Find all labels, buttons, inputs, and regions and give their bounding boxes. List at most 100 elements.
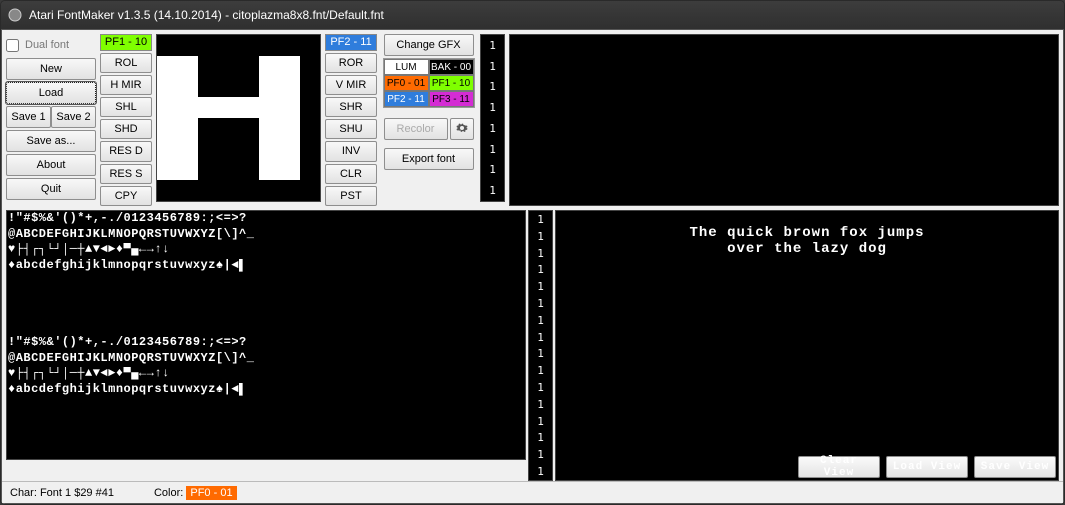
glyph-pixel[interactable] <box>259 77 279 98</box>
lum-swatch[interactable]: LUM <box>384 59 429 75</box>
quit-button[interactable]: Quit <box>6 178 96 200</box>
glyph-row[interactable]: @ABCDEFGHIJKLMNOPQRSTUVWXYZ[\]^_ <box>8 352 524 368</box>
save-view-button[interactable]: Save View <box>974 456 1056 478</box>
vmir-button[interactable]: V MIR <box>325 75 377 95</box>
glyph-pixel[interactable] <box>218 56 238 77</box>
font-character-map[interactable]: !"#$%&'()*+,-./0123456789:;<=>?@ABCDEFGH… <box>6 210 526 460</box>
glyph-pixel[interactable] <box>239 139 259 160</box>
shu-button[interactable]: SHU <box>325 119 377 139</box>
glyph-row[interactable]: @ABCDEFGHIJKLMNOPQRSTUVWXYZ[\]^_ <box>8 414 524 430</box>
pst-button[interactable]: PST <box>325 186 377 206</box>
glyph-pixel[interactable] <box>239 97 259 118</box>
glyph-pixel[interactable] <box>218 97 238 118</box>
glyph-pixel[interactable] <box>198 160 218 181</box>
glyph-pixel[interactable] <box>300 35 320 56</box>
pf3-swatch[interactable]: PF3 - 11 <box>429 91 474 107</box>
glyph-pixel[interactable] <box>177 77 197 98</box>
glyph-pixel[interactable] <box>279 77 299 98</box>
shr-button[interactable]: SHR <box>325 97 377 117</box>
save-as-button[interactable]: Save as... <box>6 130 96 152</box>
titlebar[interactable]: Atari FontMaker v1.3.5 (14.10.2014) - ci… <box>1 1 1064 29</box>
glyph-pixel[interactable] <box>300 139 320 160</box>
glyph-pixel[interactable] <box>157 56 177 77</box>
glyph-row[interactable]: ♦abcdefghijklmnopqrstuvwxyz♠|◄▌ <box>8 445 524 461</box>
glyph-pixel[interactable] <box>300 77 320 98</box>
shd-button[interactable]: SHD <box>100 119 152 139</box>
dual-font-checkbox[interactable] <box>6 39 19 52</box>
change-gfx-button[interactable]: Change GFX <box>384 34 474 56</box>
glyph-pixel[interactable] <box>218 118 238 139</box>
about-button[interactable]: About <box>6 154 96 176</box>
glyph-row[interactable]: ♦abcdefghijklmnopqrstuvwxyz♠|◄▌ <box>8 383 524 399</box>
glyph-row[interactable]: ♥├┤┌┐└┘│─┼▲▼◄►♦▀▄←→↑↓ <box>8 243 524 259</box>
glyph-pixel[interactable] <box>239 118 259 139</box>
glyph-pixel[interactable] <box>279 180 299 201</box>
glyph-pixel[interactable] <box>218 77 238 98</box>
glyph-pixel[interactable] <box>300 97 320 118</box>
glyph-pixel[interactable] <box>300 56 320 77</box>
glyph-pixel[interactable] <box>177 56 197 77</box>
glyph-pixel[interactable] <box>157 160 177 181</box>
glyph-row[interactable]: ♥├┤┌┐└┘│─┼▲▼◄►♦▀▄←→↑↓ <box>8 305 524 321</box>
glyph-pixel[interactable] <box>177 139 197 160</box>
glyph-row[interactable]: ♥├┤┌┐└┘│─┼▲▼◄►♦▀▄←→↑↓ <box>8 429 524 445</box>
pf2-swatch[interactable]: PF2 - 11 <box>384 91 429 107</box>
glyph-pixel[interactable] <box>198 97 218 118</box>
glyph-pixel[interactable] <box>279 118 299 139</box>
save2-button[interactable]: Save 2 <box>51 106 96 128</box>
glyph-pixel[interactable] <box>239 160 259 181</box>
glyph-pixel[interactable] <box>157 118 177 139</box>
glyph-pixel[interactable] <box>259 139 279 160</box>
glyph-pixel[interactable] <box>239 35 259 56</box>
clr-button[interactable]: CLR <box>325 164 377 184</box>
glyph-pixel[interactable] <box>279 160 299 181</box>
glyph-pixel[interactable] <box>218 35 238 56</box>
pf1-swatch[interactable]: PF1 - 10 <box>429 75 474 91</box>
glyph-pixel[interactable] <box>239 56 259 77</box>
glyph-pixel[interactable] <box>259 35 279 56</box>
glyph-pixel[interactable] <box>157 180 177 201</box>
cpy-button[interactable]: CPY <box>100 186 152 206</box>
glyph-pixel[interactable] <box>198 77 218 98</box>
glyph-pixel[interactable] <box>218 160 238 181</box>
glyph-pixel[interactable] <box>218 139 238 160</box>
save1-button[interactable]: Save 1 <box>6 106 51 128</box>
hmir-button[interactable]: H MIR <box>100 75 152 95</box>
glyph-row[interactable]: ♦abcdefghijklmnopqrstuvwxyz♠|◄▌ <box>8 259 524 275</box>
glyph-row[interactable]: @ABCDEFGHIJKLMNOPQRSTUVWXYZ[\]^_ <box>8 290 524 306</box>
new-button[interactable]: New <box>6 58 96 80</box>
glyph-pixel[interactable] <box>157 35 177 56</box>
glyph-pixel[interactable] <box>177 160 197 181</box>
glyph-editor[interactable] <box>156 34 321 202</box>
glyph-pixel[interactable] <box>259 180 279 201</box>
ror-button[interactable]: ROR <box>325 53 377 73</box>
glyph-pixel[interactable] <box>198 35 218 56</box>
inv-button[interactable]: INV <box>325 141 377 161</box>
glyph-pixel[interactable] <box>177 118 197 139</box>
resd-button[interactable]: RES D <box>100 141 152 161</box>
ress-button[interactable]: RES S <box>100 164 152 184</box>
glyph-pixel[interactable] <box>177 180 197 201</box>
load-button[interactable]: Load <box>6 82 96 104</box>
glyph-row[interactable]: !"#$%&'()*+,-./0123456789:;<=>? <box>8 398 524 414</box>
clear-view-button[interactable]: Clear View <box>798 456 880 478</box>
glyph-pixel[interactable] <box>279 35 299 56</box>
glyph-pixel[interactable] <box>177 97 197 118</box>
glyph-pixel[interactable] <box>300 160 320 181</box>
glyph-row[interactable]: @ABCDEFGHIJKLMNOPQRSTUVWXYZ[\]^_ <box>8 228 524 244</box>
glyph-pixel[interactable] <box>259 160 279 181</box>
glyph-pixel[interactable] <box>177 35 197 56</box>
recolor-button[interactable]: Recolor <box>384 118 448 140</box>
glyph-row[interactable]: ♥├┤┌┐└┘│─┼▲▼◄►♦▀▄←→↑↓ <box>8 367 524 383</box>
preview-pane[interactable]: The quick brown fox jumps over the lazy … <box>555 210 1059 481</box>
load-view-button[interactable]: Load View <box>886 456 968 478</box>
dual-font-check[interactable]: Dual font <box>6 34 96 56</box>
glyph-row[interactable]: ♦abcdefghijklmnopqrstuvwxyz♠|◄▌ <box>8 321 524 337</box>
glyph-pixel[interactable] <box>239 180 259 201</box>
glyph-pixel[interactable] <box>259 118 279 139</box>
glyph-pixel[interactable] <box>198 180 218 201</box>
glyph-pixel[interactable] <box>198 118 218 139</box>
glyph-pixel[interactable] <box>157 139 177 160</box>
glyph-pixel[interactable] <box>300 180 320 201</box>
shl-button[interactable]: SHL <box>100 97 152 117</box>
